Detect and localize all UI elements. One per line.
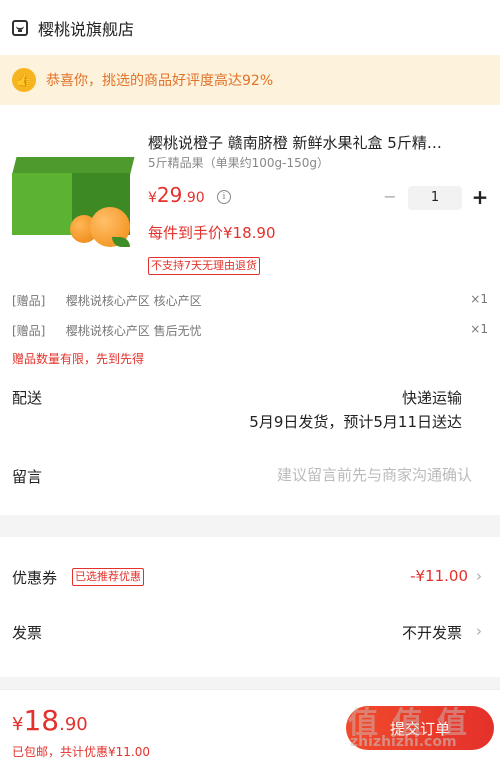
store-name[interactable]: 樱桃说旗舰店 — [38, 16, 134, 40]
coupon-value[interactable]: -¥11.00 — [410, 567, 468, 585]
gift-tag: [赠品] — [12, 324, 46, 338]
info-icon[interactable]: i — [217, 190, 231, 204]
coupon-label: 优惠券 — [12, 569, 58, 587]
shipping-method: 快递运输 — [401, 389, 462, 407]
gift-name: 樱桃说核心产区 核心产区 — [65, 294, 202, 308]
discount-invoice-card: 优惠券 已选推荐优惠 -¥11.00 › 发票 不开发票 › — [0, 537, 500, 677]
product-image[interactable] — [12, 157, 135, 252]
order-item-card: 樱桃说橙子 赣南脐橙 新鲜水果礼盒 5斤精… 5斤精品果（单果约100g-150… — [0, 105, 500, 515]
watermark-url: zhizhizhi.com — [350, 734, 457, 750]
box-front — [12, 173, 74, 235]
gift-row: [赠品] 樱桃说核心产区 核心产区 ×1 — [12, 292, 490, 312]
chevron-right-icon[interactable]: › — [476, 567, 486, 585]
store-icon — [12, 19, 28, 36]
increase-quantity-button[interactable]: + — [470, 186, 490, 210]
total-decimal: .90 — [59, 714, 88, 735]
gift-name: 樱桃说核心产区 售后无忧 — [65, 324, 202, 338]
product-title[interactable]: 樱桃说橙子 赣南脐橙 新鲜水果礼盒 5斤精… — [148, 132, 493, 153]
total-note: 已包邮，共计优惠¥11.00 — [12, 745, 150, 759]
gift-warning: 赠品数量有限，先到先得 — [12, 352, 145, 366]
no-return-badge: 不支持7天无理由退货 — [148, 257, 260, 275]
total-currency: ¥ — [12, 714, 24, 735]
price-currency: ¥ — [148, 190, 157, 206]
coupon-tag: 已选推荐优惠 — [72, 568, 144, 586]
banner-text: 恭喜你，挑选的商品好评度高达92% — [46, 73, 274, 89]
checkout-bar: ¥18.90 已包邮，共计优惠¥11.00 提交订单 值 值 值 zhizhiz… — [0, 689, 500, 760]
price-integer: 29 — [156, 183, 183, 207]
product-price: ¥29.90 — [148, 183, 205, 207]
total-price: ¥18.90 — [12, 704, 88, 737]
thumbs-up-icon: 👍 — [12, 68, 36, 92]
store-header: 樱桃说旗舰店 — [0, 0, 500, 55]
chevron-right-icon[interactable]: › — [476, 622, 486, 640]
shipping-label: 配送 — [12, 389, 43, 407]
message-input[interactable] — [212, 466, 472, 484]
quantity-value[interactable]: 1 — [408, 186, 462, 210]
gift-row: [赠品] 樱桃说核心产区 售后无忧 ×1 — [12, 322, 490, 342]
total-integer: 18 — [23, 704, 60, 737]
gift-qty: ×1 — [470, 322, 488, 336]
invoice-value[interactable]: 不开发票 — [402, 622, 462, 643]
rating-banner: 👍 恭喜你，挑选的商品好评度高达92% — [0, 55, 500, 105]
message-label: 留言 — [12, 468, 43, 486]
product-spec: 5斤精品果（单果约100g-150g） — [148, 156, 330, 170]
decrease-quantity-button[interactable]: − — [382, 189, 398, 206]
gift-tag: [赠品] — [12, 294, 46, 308]
gift-qty: ×1 — [470, 292, 488, 306]
final-unit-price: 每件到手价¥18.90 — [148, 224, 276, 242]
shipping-date: 5月9日发货，预计5月11日送达 — [249, 413, 462, 431]
invoice-label: 发票 — [12, 624, 43, 642]
price-decimal: .90 — [182, 190, 205, 206]
